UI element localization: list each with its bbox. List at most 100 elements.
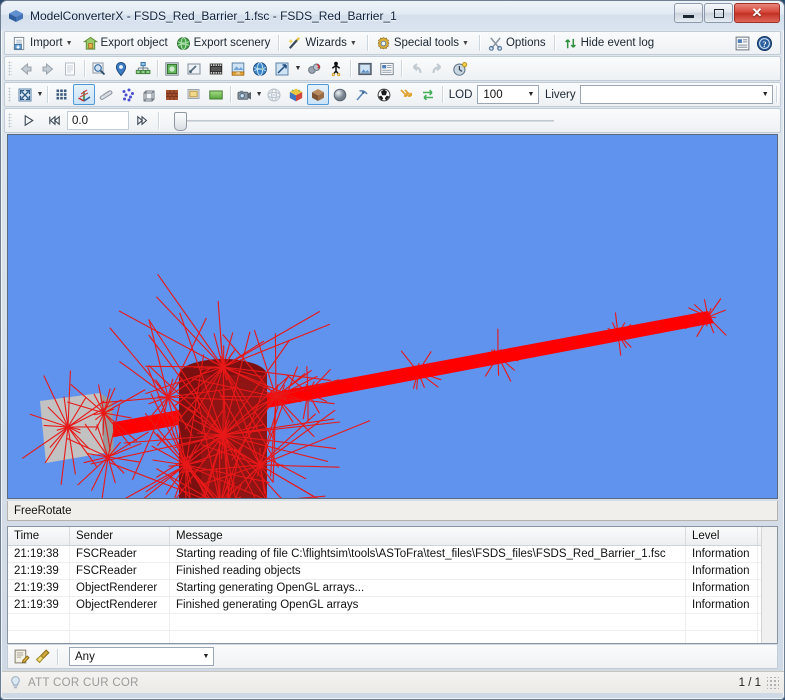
cell-time: 21:19:39 (8, 597, 70, 613)
menu-special-tools[interactable]: Special tools ▼ (372, 33, 475, 53)
measure-ruler-icon[interactable] (95, 84, 117, 105)
globe-icon[interactable] (249, 58, 271, 79)
colored-cube-icon[interactable] (285, 84, 307, 105)
film-strip-icon[interactable] (205, 58, 227, 79)
report-icon[interactable] (734, 35, 751, 52)
livery-combobox[interactable]: ▼ (579, 85, 774, 104)
document-list-icon[interactable] (59, 58, 81, 79)
clear-broom-icon[interactable] (34, 648, 51, 665)
green-gradient-icon[interactable] (205, 84, 227, 105)
status-text: ATT COR CUR COR (28, 676, 139, 689)
menu-import[interactable]: Import ▼ (8, 33, 79, 53)
column-header-sender[interactable]: Sender (70, 527, 170, 545)
event-log-scrollbar[interactable] (761, 527, 777, 643)
menu-right-icons: ? (734, 35, 780, 52)
menu-export-scenery[interactable]: Export scenery (172, 33, 275, 53)
swap-arrows-icon[interactable] (417, 84, 439, 105)
camera-icon[interactable] (233, 84, 255, 105)
event-log-icon (563, 36, 578, 51)
table-row[interactable]: 21:19:39 ObjectRenderer Starting generat… (8, 580, 777, 597)
history-clock-icon[interactable] (449, 58, 471, 79)
back-arrow-icon[interactable] (15, 58, 37, 79)
properties-icon[interactable] (376, 58, 398, 79)
3d-viewport[interactable] (7, 134, 778, 499)
slider-thumb[interactable] (174, 112, 187, 131)
animation-time-input[interactable]: 0.0 (67, 111, 129, 130)
toolbar-grip[interactable] (8, 113, 12, 128)
chevron-down-icon[interactable]: ▼ (462, 40, 469, 47)
vertices-icon[interactable] (117, 84, 139, 105)
column-header-message[interactable]: Message (170, 527, 686, 545)
menu-options[interactable]: Options (484, 33, 550, 53)
fast-forward-icon[interactable] (129, 110, 155, 131)
column-header-time[interactable]: Time (8, 527, 70, 545)
chevron-down-icon[interactable]: ▼ (758, 86, 772, 103)
play-icon[interactable] (15, 110, 41, 131)
flat-color-icon[interactable] (183, 84, 205, 105)
double-arrow-icon[interactable] (395, 84, 417, 105)
texture-grid-icon[interactable] (161, 58, 183, 79)
chevron-down-icon[interactable]: ▼ (66, 40, 73, 47)
menu-separator (553, 35, 555, 51)
chevron-down-icon[interactable]: ▼ (199, 648, 213, 665)
mesh-sphere-icon[interactable] (263, 84, 285, 105)
rewind-icon[interactable] (41, 110, 67, 131)
hierarchy-tree-icon[interactable] (132, 58, 154, 79)
lod-combobox[interactable]: 100 ▼ (477, 85, 539, 104)
lod-label: LOD (448, 88, 473, 101)
pick-tool-icon[interactable] (351, 84, 373, 105)
menu-wizards[interactable]: Wizards ▼ (283, 33, 362, 53)
cell-sender: FSCReader (70, 563, 170, 579)
cell-empty (170, 614, 686, 630)
map-pin-icon[interactable] (110, 58, 132, 79)
chevron-down-icon[interactable]: ▼ (293, 65, 303, 72)
toolbar-grip[interactable] (8, 61, 12, 76)
menu-import-label: Import (30, 37, 63, 49)
cell-level: Information (686, 580, 758, 596)
resize-grip[interactable] (767, 676, 779, 689)
minimize-button[interactable] (674, 3, 703, 23)
close-button[interactable]: ✕ (734, 3, 780, 23)
material-tool-icon[interactable] (183, 58, 205, 79)
menu-hide-event-log[interactable]: Hide event log (559, 33, 659, 53)
level-filter-combobox[interactable]: Any ▼ (69, 647, 214, 666)
image-preview-icon[interactable] (354, 58, 376, 79)
toolbar-grip[interactable] (8, 87, 12, 102)
event-log-grid[interactable]: Time Sender Message Level 21:19:38 FSCRe… (7, 526, 778, 644)
fit-to-view-icon[interactable] (14, 84, 36, 105)
menu-export-object[interactable]: Export object (79, 33, 172, 53)
animation-slider[interactable] (168, 110, 554, 131)
3d-model-render (8, 135, 777, 498)
table-row[interactable]: 21:19:39 FSCReader Finished reading obje… (8, 563, 777, 580)
cell-level: Information (686, 546, 758, 562)
sphere-shaded-icon[interactable] (329, 84, 351, 105)
zoom-inspect-icon[interactable] (88, 58, 110, 79)
redo-arrow-icon[interactable] (427, 58, 449, 79)
chevron-down-icon[interactable]: ▼ (350, 40, 357, 47)
sdk-export-icon[interactable]: 3D (227, 58, 249, 79)
edit-note-icon[interactable] (13, 648, 30, 665)
scale-arrow-icon[interactable] (271, 58, 293, 79)
toolbar-separator (350, 60, 351, 77)
forward-arrow-icon[interactable] (37, 58, 59, 79)
chevron-down-icon[interactable]: ▼ (36, 91, 44, 98)
column-header-level[interactable]: Level (686, 527, 758, 545)
shaded-cube-icon[interactable] (306, 84, 329, 105)
help-question-icon[interactable]: ? (756, 35, 773, 52)
wireframe-box-icon[interactable] (139, 84, 161, 105)
chevron-down-icon[interactable]: ▼ (255, 91, 263, 98)
page-count: 1 / 1 (738, 676, 761, 689)
table-row[interactable]: 21:19:38 FSCReader Starting reading of f… (8, 546, 777, 563)
brick-texture-icon[interactable] (161, 84, 183, 105)
table-row[interactable]: 21:19:39 ObjectRenderer Finished generat… (8, 597, 777, 614)
slider-track (180, 120, 554, 122)
grid-icon[interactable] (51, 84, 73, 105)
undo-arrow-icon[interactable] (405, 58, 427, 79)
attach-points-icon[interactable] (303, 58, 325, 79)
gear-icon (376, 36, 391, 51)
checkered-ball-icon[interactable] (373, 84, 395, 105)
walk-person-icon[interactable] (325, 58, 347, 79)
axis-normals-icon[interactable] (72, 84, 95, 105)
maximize-button[interactable] (704, 3, 733, 23)
chevron-down-icon[interactable]: ▼ (524, 86, 538, 103)
